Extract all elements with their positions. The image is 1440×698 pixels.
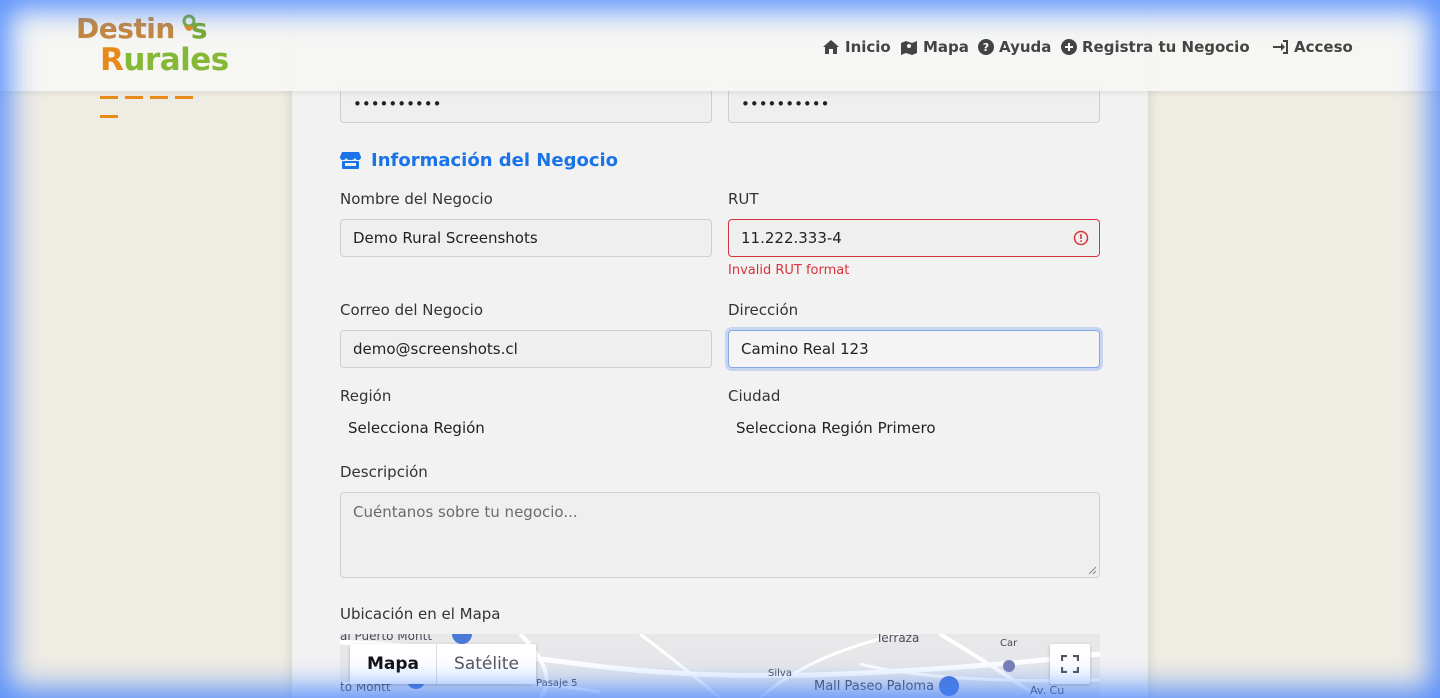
rut-value: 11.222.333-4 [741, 229, 842, 247]
question-circle-icon: ? [978, 39, 994, 55]
resize-handle-icon[interactable] [1087, 565, 1097, 575]
region-select[interactable]: Selecciona Región [348, 419, 485, 437]
map-place-label: Av. Cu [1030, 684, 1065, 697]
rut-label: RUT [728, 190, 759, 208]
nav-inicio[interactable]: Inicio [822, 37, 891, 57]
email-field[interactable]: demo@screenshots.cl [340, 330, 712, 368]
fullscreen-icon [1061, 655, 1079, 673]
region-label: Región [340, 387, 392, 405]
business-name-label: Nombre del Negocio [340, 190, 493, 208]
rut-error-message: Invalid RUT format [728, 263, 850, 278]
description-placeholder: Cuéntanos sobre tu negocio... [353, 503, 578, 521]
city-select[interactable]: Selecciona Región Primero [736, 419, 936, 437]
map-place-label: al Puerto Montt [340, 634, 433, 643]
map-location-label: Ubicación en el Mapa [340, 605, 501, 623]
city-label: Ciudad [728, 387, 781, 405]
map-type-satellite-button[interactable]: Satélite [437, 644, 536, 684]
brand-logo[interactable]: Destin s Rurales [76, 12, 229, 118]
logo-line-2: Rurales [100, 42, 229, 78]
map-place-label: Car [1000, 638, 1018, 649]
section-title-business-info: Información del Negocio [340, 147, 618, 173]
store-icon [340, 152, 361, 169]
plus-circle-icon [1061, 39, 1077, 55]
logo-dashes [100, 84, 220, 118]
location-pin-icon [182, 14, 196, 31]
map-place-label: Silva [768, 668, 792, 679]
rut-field[interactable]: 11.222.333-4 [728, 219, 1100, 257]
map-type-map-button[interactable]: Mapa [350, 644, 438, 684]
address-label: Dirección [728, 301, 799, 319]
sign-in-icon [1273, 40, 1288, 54]
map-place-label: Mall Paseo Paloma [814, 679, 935, 694]
error-icon [1073, 230, 1089, 246]
svg-text:?: ? [983, 41, 989, 54]
top-navbar: Destin s Rurales Inicio Mapa ? Ayuda Regi… [0, 0, 1440, 118]
description-textarea[interactable]: Cuéntanos sobre tu negocio... [340, 492, 1100, 578]
nav-mapa[interactable]: Mapa [900, 37, 969, 57]
map-type-toggle: Mapa Satélite [350, 644, 536, 684]
nav-registra-negocio[interactable]: Registra tu Negocio [1061, 37, 1250, 57]
email-label: Correo del Negocio [340, 301, 483, 319]
nav-ayuda[interactable]: ? Ayuda [978, 37, 1051, 57]
location-map[interactable]: al Puerto Montt to Montt Mall Paseo Palo… [340, 634, 1100, 698]
map-place-label: Pasaje 5 [536, 678, 578, 689]
fullscreen-button[interactable] [1050, 644, 1090, 684]
description-label: Descripción [340, 463, 428, 481]
business-name-field[interactable]: Demo Rural Screenshots [340, 219, 712, 257]
map-place-label: Terraza [876, 634, 920, 645]
home-icon [823, 40, 839, 54]
address-field[interactable]: Camino Real 123 [728, 330, 1100, 368]
map-icon [901, 41, 917, 55]
nav-acceso[interactable]: Acceso [1272, 37, 1353, 57]
